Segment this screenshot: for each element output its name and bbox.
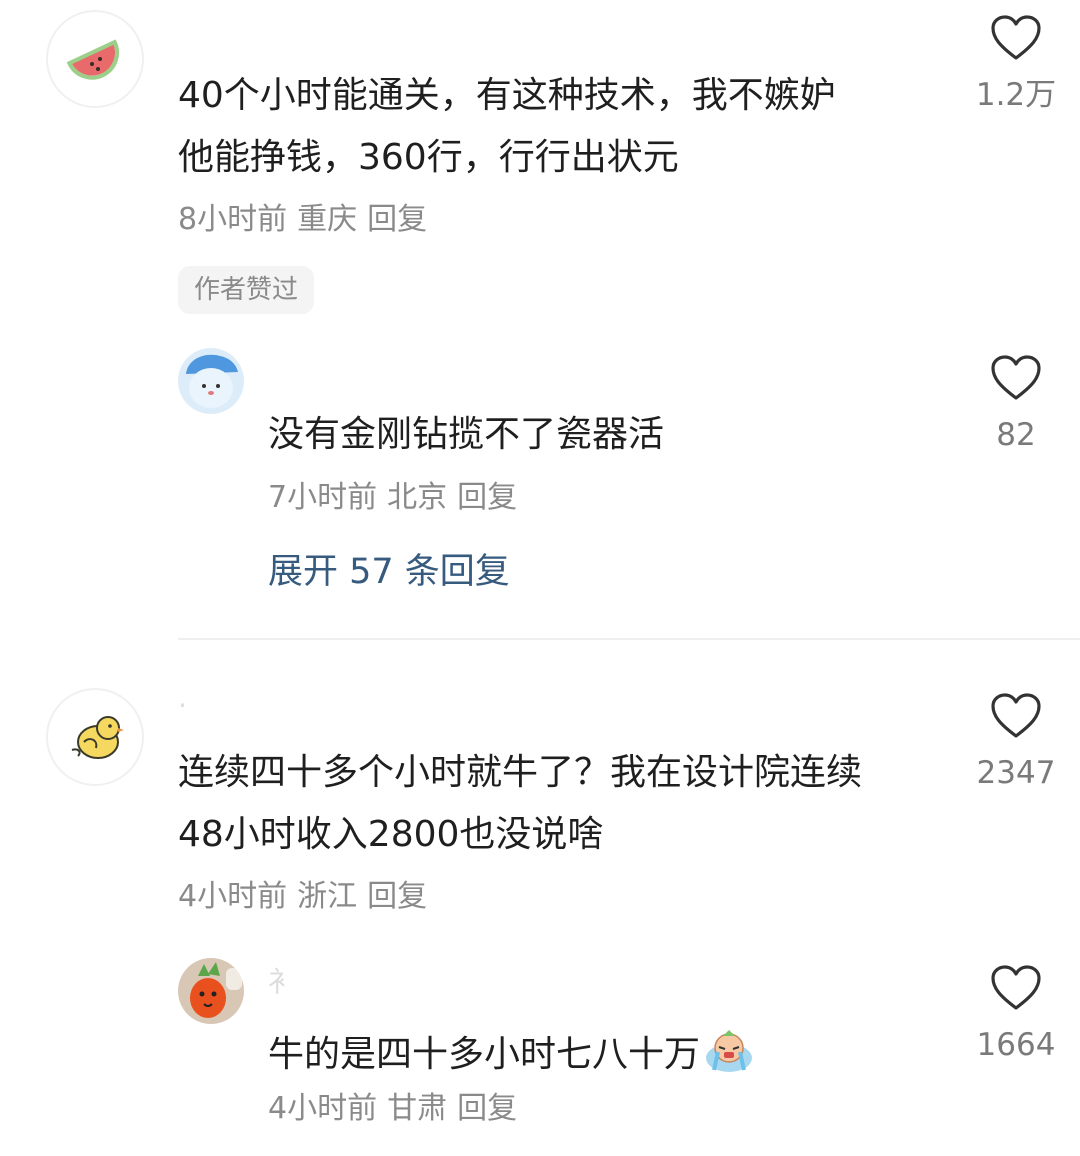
timestamp: 4小时前 [268,1091,378,1126]
watermelon-icon [66,39,119,80]
like-count: 2347 [976,755,1056,791]
reply-button[interactable]: 回复 [457,480,517,515]
like-button[interactable]: 1664 [956,964,1076,1061]
like-count: 1664 [976,1027,1056,1063]
reply-button[interactable]: 回复 [457,1091,517,1126]
avatar[interactable] [178,958,244,1024]
heart-icon [991,15,1041,60]
reply-meta: 4小时前 甘肃 回复 [268,1094,527,1124]
comment-line: 40个小时能通关，有这种技术，我不嫉妒 [178,75,836,116]
author-liked-badge: 作者赞过 [178,266,315,314]
location: 浙江 [297,879,358,914]
avatar[interactable] [46,10,144,108]
like-button[interactable]: 1.2万 [956,14,1076,111]
reply-text: 牛的是四十多小时七八十万 [268,1028,754,1081]
reply-meta: 7小时前 北京 回复 [268,483,527,513]
timestamp: 8小时前 [178,202,288,237]
comment-meta: 8小时前 重庆 回复 [178,205,437,235]
heart-icon [991,693,1041,738]
comment-line: 48小时收入2800也没说啥 [178,814,604,855]
crying-face-emoji-icon [704,1028,754,1081]
reply-button[interactable]: 回复 [367,202,427,237]
reply-text: 没有金刚钻揽不了瓷器活 [268,414,665,455]
heart-icon [991,965,1041,1010]
comment-text: 连续四十多个小时就牛了？我在设计院连续 48小时收入2800也没说啥 [178,755,862,853]
carrot-plush-icon [190,962,242,1018]
location: 甘肃 [387,1091,448,1126]
expand-replies-link[interactable]: 展开 57 条回复 [268,555,510,590]
comment-line: 连续四十多个小时就牛了？我在设计院连续 [178,752,863,793]
reply-button[interactable]: 回复 [367,879,427,914]
avatar[interactable] [178,348,244,414]
divider [178,638,1080,640]
yellow-chick-icon [71,716,124,759]
like-button[interactable]: 82 [956,354,1076,451]
like-count: 1.2万 [975,77,1057,113]
avatar[interactable] [46,688,144,786]
like-button[interactable]: 2347 [956,692,1076,789]
heart-icon [991,355,1041,400]
reply-line: 牛的是四十多小时七八十万 [268,1034,701,1075]
location: 重庆 [297,202,358,237]
location: 北京 [387,480,448,515]
comment-line: 他能挣钱，360行，行行出状元 [178,137,679,178]
comment-text: 40个小时能通关，有这种技术，我不嫉妒 他能挣钱，360行，行行出状元 [178,78,836,176]
timestamp: 4小时前 [178,879,288,914]
username-placeholder: 衤 [268,965,297,998]
username-placeholder: · [178,689,187,722]
comment-meta: 4小时前 浙江 回复 [178,882,437,912]
like-count: 82 [996,417,1036,453]
blue-blob-cap-icon [186,354,238,408]
timestamp: 7小时前 [268,480,378,515]
